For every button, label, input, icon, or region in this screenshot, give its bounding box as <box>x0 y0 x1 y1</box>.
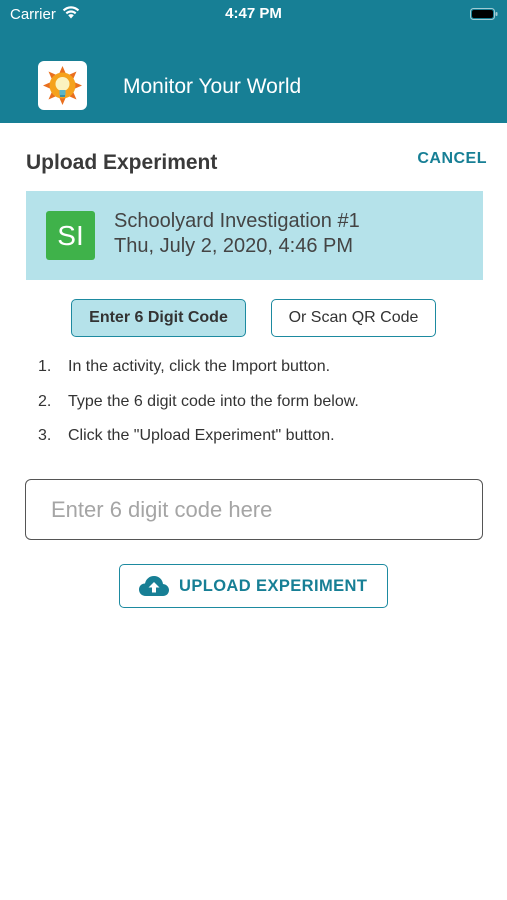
step-number: 2. <box>38 393 52 410</box>
enter-code-tab[interactable]: Enter 6 Digit Code <box>71 299 246 337</box>
app-title: Monitor Your World <box>123 75 302 98</box>
page-title: Upload Experiment <box>26 151 218 174</box>
upload-experiment-button[interactable]: UPLOAD EXPERIMENT <box>119 564 388 608</box>
step-text: In the activity, click the Import button… <box>68 358 331 375</box>
step-number: 1. <box>38 358 52 375</box>
app-logo <box>38 61 87 110</box>
step-text: Type the 6 digit code into the form belo… <box>68 393 359 410</box>
experiment-name: Schoolyard Investigation #1 <box>114 210 360 232</box>
battery-icon <box>470 8 498 20</box>
status-bar: Carrier 4:47 PM <box>0 0 507 30</box>
code-input[interactable] <box>25 479 483 540</box>
scan-qr-tab[interactable]: Or Scan QR Code <box>271 299 436 337</box>
upload-button-label: UPLOAD EXPERIMENT <box>179 577 368 595</box>
app-header: Monitor Your World <box>0 30 507 123</box>
experiment-date: Thu, July 2, 2020, 4:46 PM <box>114 235 354 257</box>
cloud-upload-icon <box>139 576 169 596</box>
status-time: 4:47 PM <box>225 5 282 22</box>
step-number: 3. <box>38 427 52 444</box>
cancel-button[interactable]: CANCEL <box>405 150 487 172</box>
step-text: Click the "Upload Experiment" button. <box>68 427 335 444</box>
experiment-card: SI Schoolyard Investigation #1 Thu, July… <box>26 191 483 280</box>
experiment-badge: SI <box>46 211 95 260</box>
lightbulb-sun-icon <box>43 66 82 105</box>
